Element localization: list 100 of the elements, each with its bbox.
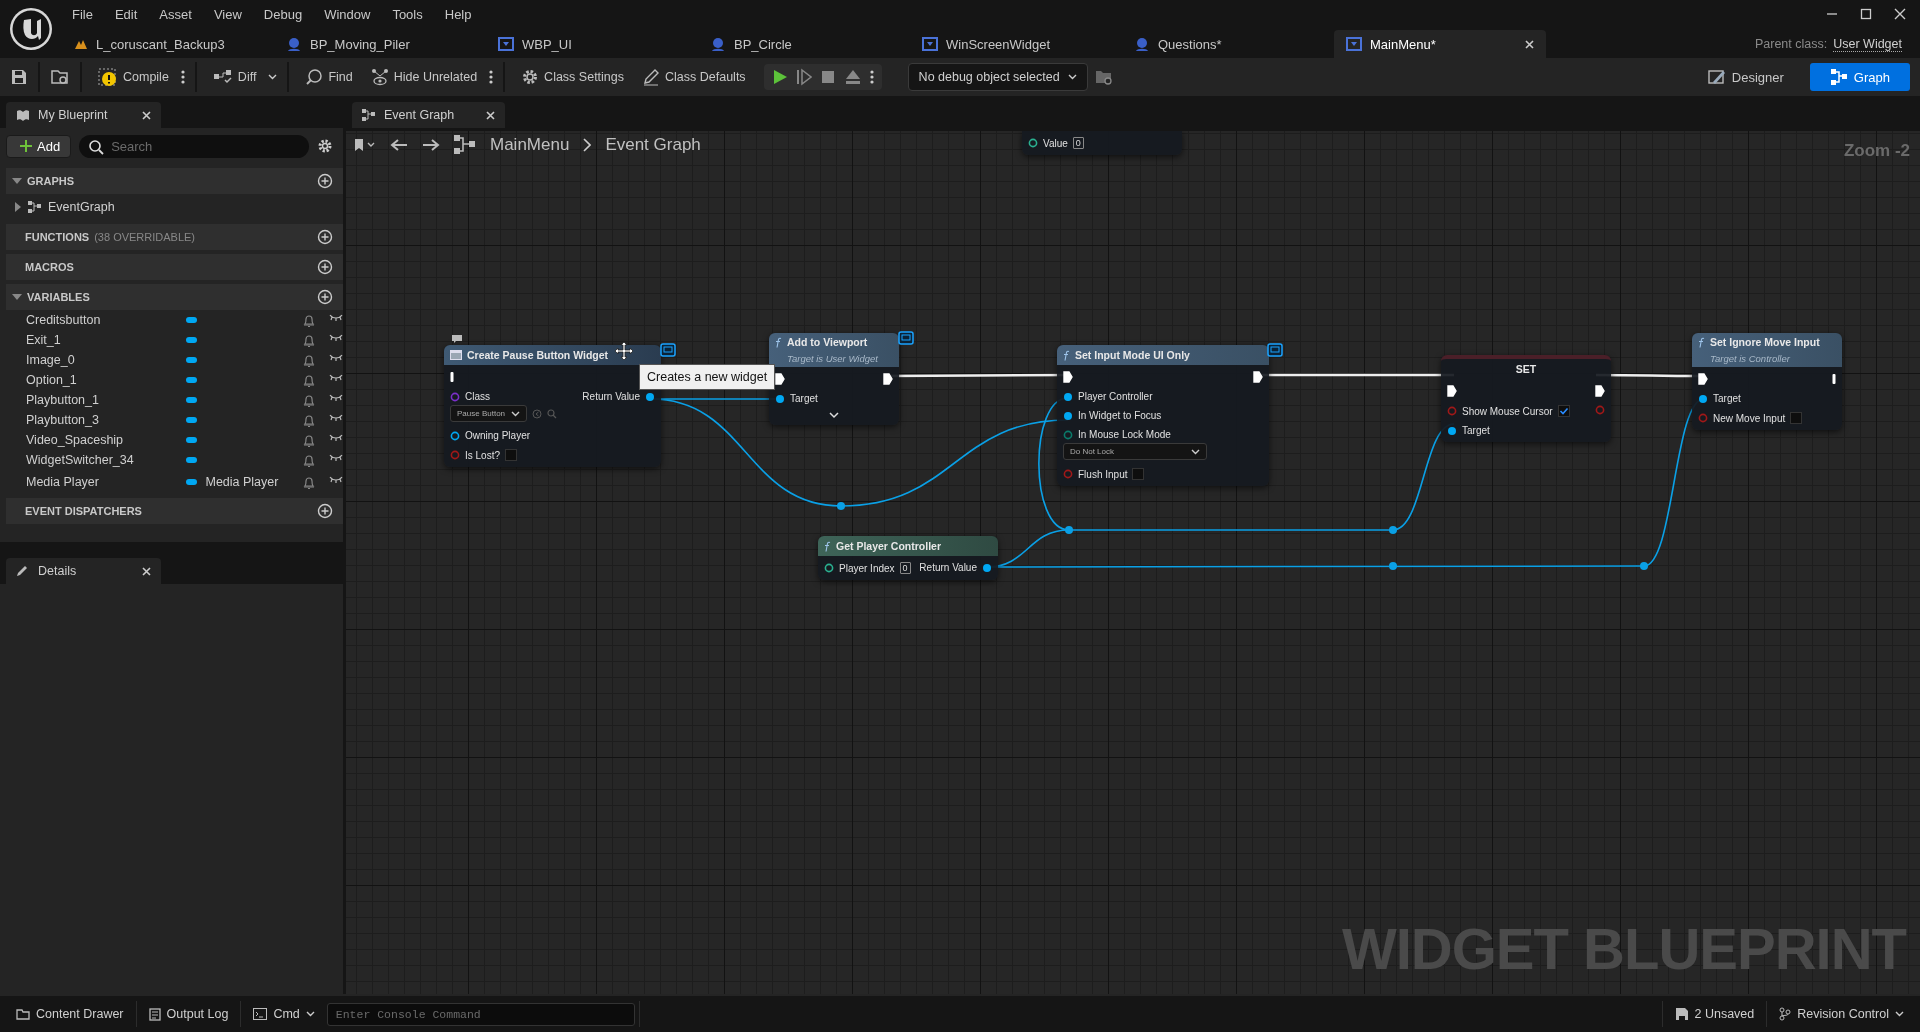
add-button[interactable]: Add bbox=[6, 134, 72, 158]
dropdown[interactable]: Pause Button bbox=[450, 405, 528, 422]
step-icon[interactable] bbox=[795, 68, 812, 86]
expand-arrow-icon[interactable] bbox=[14, 202, 22, 212]
menu-item[interactable]: Asset bbox=[149, 6, 204, 22]
reroute-node[interactable] bbox=[1389, 526, 1397, 534]
more-icon[interactable] bbox=[180, 69, 185, 85]
cmd-dropdown[interactable]: Cmd bbox=[245, 1003, 323, 1025]
closed-eye-icon[interactable] bbox=[329, 413, 343, 422]
checkbox[interactable] bbox=[1557, 405, 1570, 417]
exec-pin-icon[interactable] bbox=[450, 371, 454, 383]
pin-icon[interactable] bbox=[1063, 410, 1073, 421]
settings-icon[interactable] bbox=[317, 138, 333, 154]
pin-icon[interactable] bbox=[824, 563, 834, 573]
document-tab[interactable]: WinScreenWidget bbox=[910, 30, 1122, 58]
reroute-node[interactable] bbox=[1640, 562, 1648, 570]
pin-icon[interactable] bbox=[982, 562, 992, 573]
bell-icon[interactable] bbox=[303, 453, 315, 467]
closed-eye-icon[interactable] bbox=[329, 453, 343, 462]
section-header[interactable]: EVENT DISPATCHERS bbox=[6, 498, 343, 524]
exec-pin-icon[interactable] bbox=[1832, 373, 1836, 385]
mode-tab[interactable]: Designer bbox=[1687, 63, 1804, 91]
graph-node[interactable]: SET Show Mouse Cursor Target bbox=[1441, 355, 1611, 442]
debug-folder-icon[interactable] bbox=[1093, 68, 1114, 86]
document-tab[interactable]: Questions* bbox=[1122, 30, 1334, 58]
closed-eye-icon[interactable] bbox=[329, 373, 343, 382]
pin-icon[interactable] bbox=[1028, 138, 1038, 148]
stop-icon[interactable] bbox=[819, 68, 836, 86]
expand-arrow-icon[interactable] bbox=[12, 177, 22, 185]
checkbox[interactable] bbox=[1790, 412, 1803, 424]
bell-icon[interactable] bbox=[303, 433, 315, 447]
parent-class-link[interactable]: User Widget bbox=[1833, 36, 1902, 52]
find-button[interactable]: Find bbox=[299, 64, 359, 90]
mode-tab[interactable]: Graph bbox=[1809, 63, 1910, 91]
variable-type[interactable]: Media Player bbox=[205, 475, 297, 489]
reroute-node[interactable] bbox=[837, 502, 845, 510]
graph-node[interactable]: Value 0 bbox=[1022, 131, 1182, 155]
menu-item[interactable]: Tools bbox=[382, 6, 435, 22]
section-header[interactable]: VARIABLES bbox=[6, 284, 343, 310]
exec-pin-icon[interactable] bbox=[1595, 385, 1605, 397]
menu-item[interactable]: View bbox=[203, 6, 254, 22]
compile-button[interactable]: Compile bbox=[92, 64, 175, 90]
close-tab-icon[interactable] bbox=[142, 110, 151, 120]
comment-icon[interactable] bbox=[451, 334, 463, 344]
bell-icon[interactable] bbox=[303, 313, 315, 327]
add-circle-icon[interactable] bbox=[317, 259, 333, 275]
menu-item[interactable]: Edit bbox=[104, 6, 150, 22]
hide-unrelated-button[interactable]: Hide Unrelated bbox=[364, 64, 484, 90]
add-circle-icon[interactable] bbox=[317, 173, 333, 189]
menu-item[interactable]: Window bbox=[314, 6, 383, 22]
bell-icon[interactable] bbox=[303, 373, 315, 387]
add-circle-icon[interactable] bbox=[317, 503, 333, 519]
closed-eye-icon[interactable] bbox=[329, 475, 343, 484]
expand-chevron-icon[interactable] bbox=[829, 412, 839, 419]
exec-pin-icon[interactable] bbox=[883, 373, 893, 385]
menu-item[interactable]: Debug bbox=[253, 6, 315, 22]
class-defaults-button[interactable]: Class Defaults bbox=[636, 64, 752, 90]
diff-button[interactable]: Diff bbox=[206, 65, 263, 89]
add-circle-icon[interactable] bbox=[317, 289, 333, 305]
document-tab[interactable]: L_coruscant_Backup3 bbox=[62, 30, 274, 58]
bell-icon[interactable] bbox=[303, 393, 315, 407]
content-drawer-button[interactable]: Content Drawer bbox=[8, 1003, 132, 1025]
save-icon[interactable] bbox=[10, 68, 28, 86]
graph-item[interactable]: EventGraph bbox=[48, 200, 115, 214]
variable-name[interactable]: Media Player bbox=[26, 475, 186, 489]
variable-name[interactable]: Option_1 bbox=[26, 373, 186, 387]
document-tab[interactable]: MainMenu* bbox=[1334, 30, 1546, 58]
more-icon[interactable] bbox=[489, 69, 494, 85]
pin-icon[interactable] bbox=[1447, 425, 1457, 436]
exec-pin-icon[interactable] bbox=[1253, 371, 1263, 383]
bookmark-icon[interactable] bbox=[354, 138, 376, 152]
reroute-node[interactable] bbox=[1389, 562, 1397, 570]
variable-name[interactable]: Creditsbutton bbox=[26, 313, 186, 327]
forward-arrow-icon[interactable] bbox=[422, 138, 440, 152]
output-log-button[interactable]: Output Log bbox=[140, 1003, 237, 1025]
variable-name[interactable]: Playbutton_3 bbox=[26, 413, 186, 427]
graph-node[interactable]: Add to Viewport Target is User Widget Target bbox=[769, 333, 899, 425]
closed-eye-icon[interactable] bbox=[329, 353, 343, 362]
document-tab[interactable]: WBP_UI bbox=[486, 30, 698, 58]
document-tab[interactable]: BP_Circle bbox=[698, 30, 910, 58]
reroute-node[interactable] bbox=[1065, 526, 1073, 534]
document-tab[interactable]: BP_Moving_Piler bbox=[274, 30, 486, 58]
bell-icon[interactable] bbox=[303, 475, 315, 489]
menu-item[interactable]: File bbox=[62, 6, 105, 22]
section-header[interactable]: FUNCTIONS (38 OVERRIDABLE) bbox=[6, 224, 343, 250]
pin-icon[interactable] bbox=[1063, 391, 1073, 402]
variable-name[interactable]: Playbutton_1 bbox=[26, 393, 186, 407]
closed-eye-icon[interactable] bbox=[329, 393, 343, 402]
more-icon[interactable] bbox=[869, 69, 874, 85]
bell-icon[interactable] bbox=[303, 333, 315, 347]
close-tab-icon[interactable] bbox=[1525, 39, 1534, 49]
pin-icon[interactable] bbox=[645, 391, 655, 402]
dropdown[interactable]: Do Not Lock bbox=[1063, 443, 1207, 460]
number-field[interactable]: 0 bbox=[1072, 137, 1084, 149]
class-settings-button[interactable]: Class Settings bbox=[515, 64, 630, 90]
closed-eye-icon[interactable] bbox=[329, 433, 343, 442]
checkbox[interactable] bbox=[505, 449, 518, 461]
graph-node[interactable]: Set Ignore Move Input Target is Controller Target New Move Input bbox=[1692, 333, 1842, 430]
graph-node[interactable]: Set Input Mode UI Only Player Controller In Widget to Focus In Mouse Lock Mode Do Not Lock Flush Input bbox=[1057, 345, 1269, 486]
menu-item[interactable]: Help bbox=[434, 6, 484, 22]
